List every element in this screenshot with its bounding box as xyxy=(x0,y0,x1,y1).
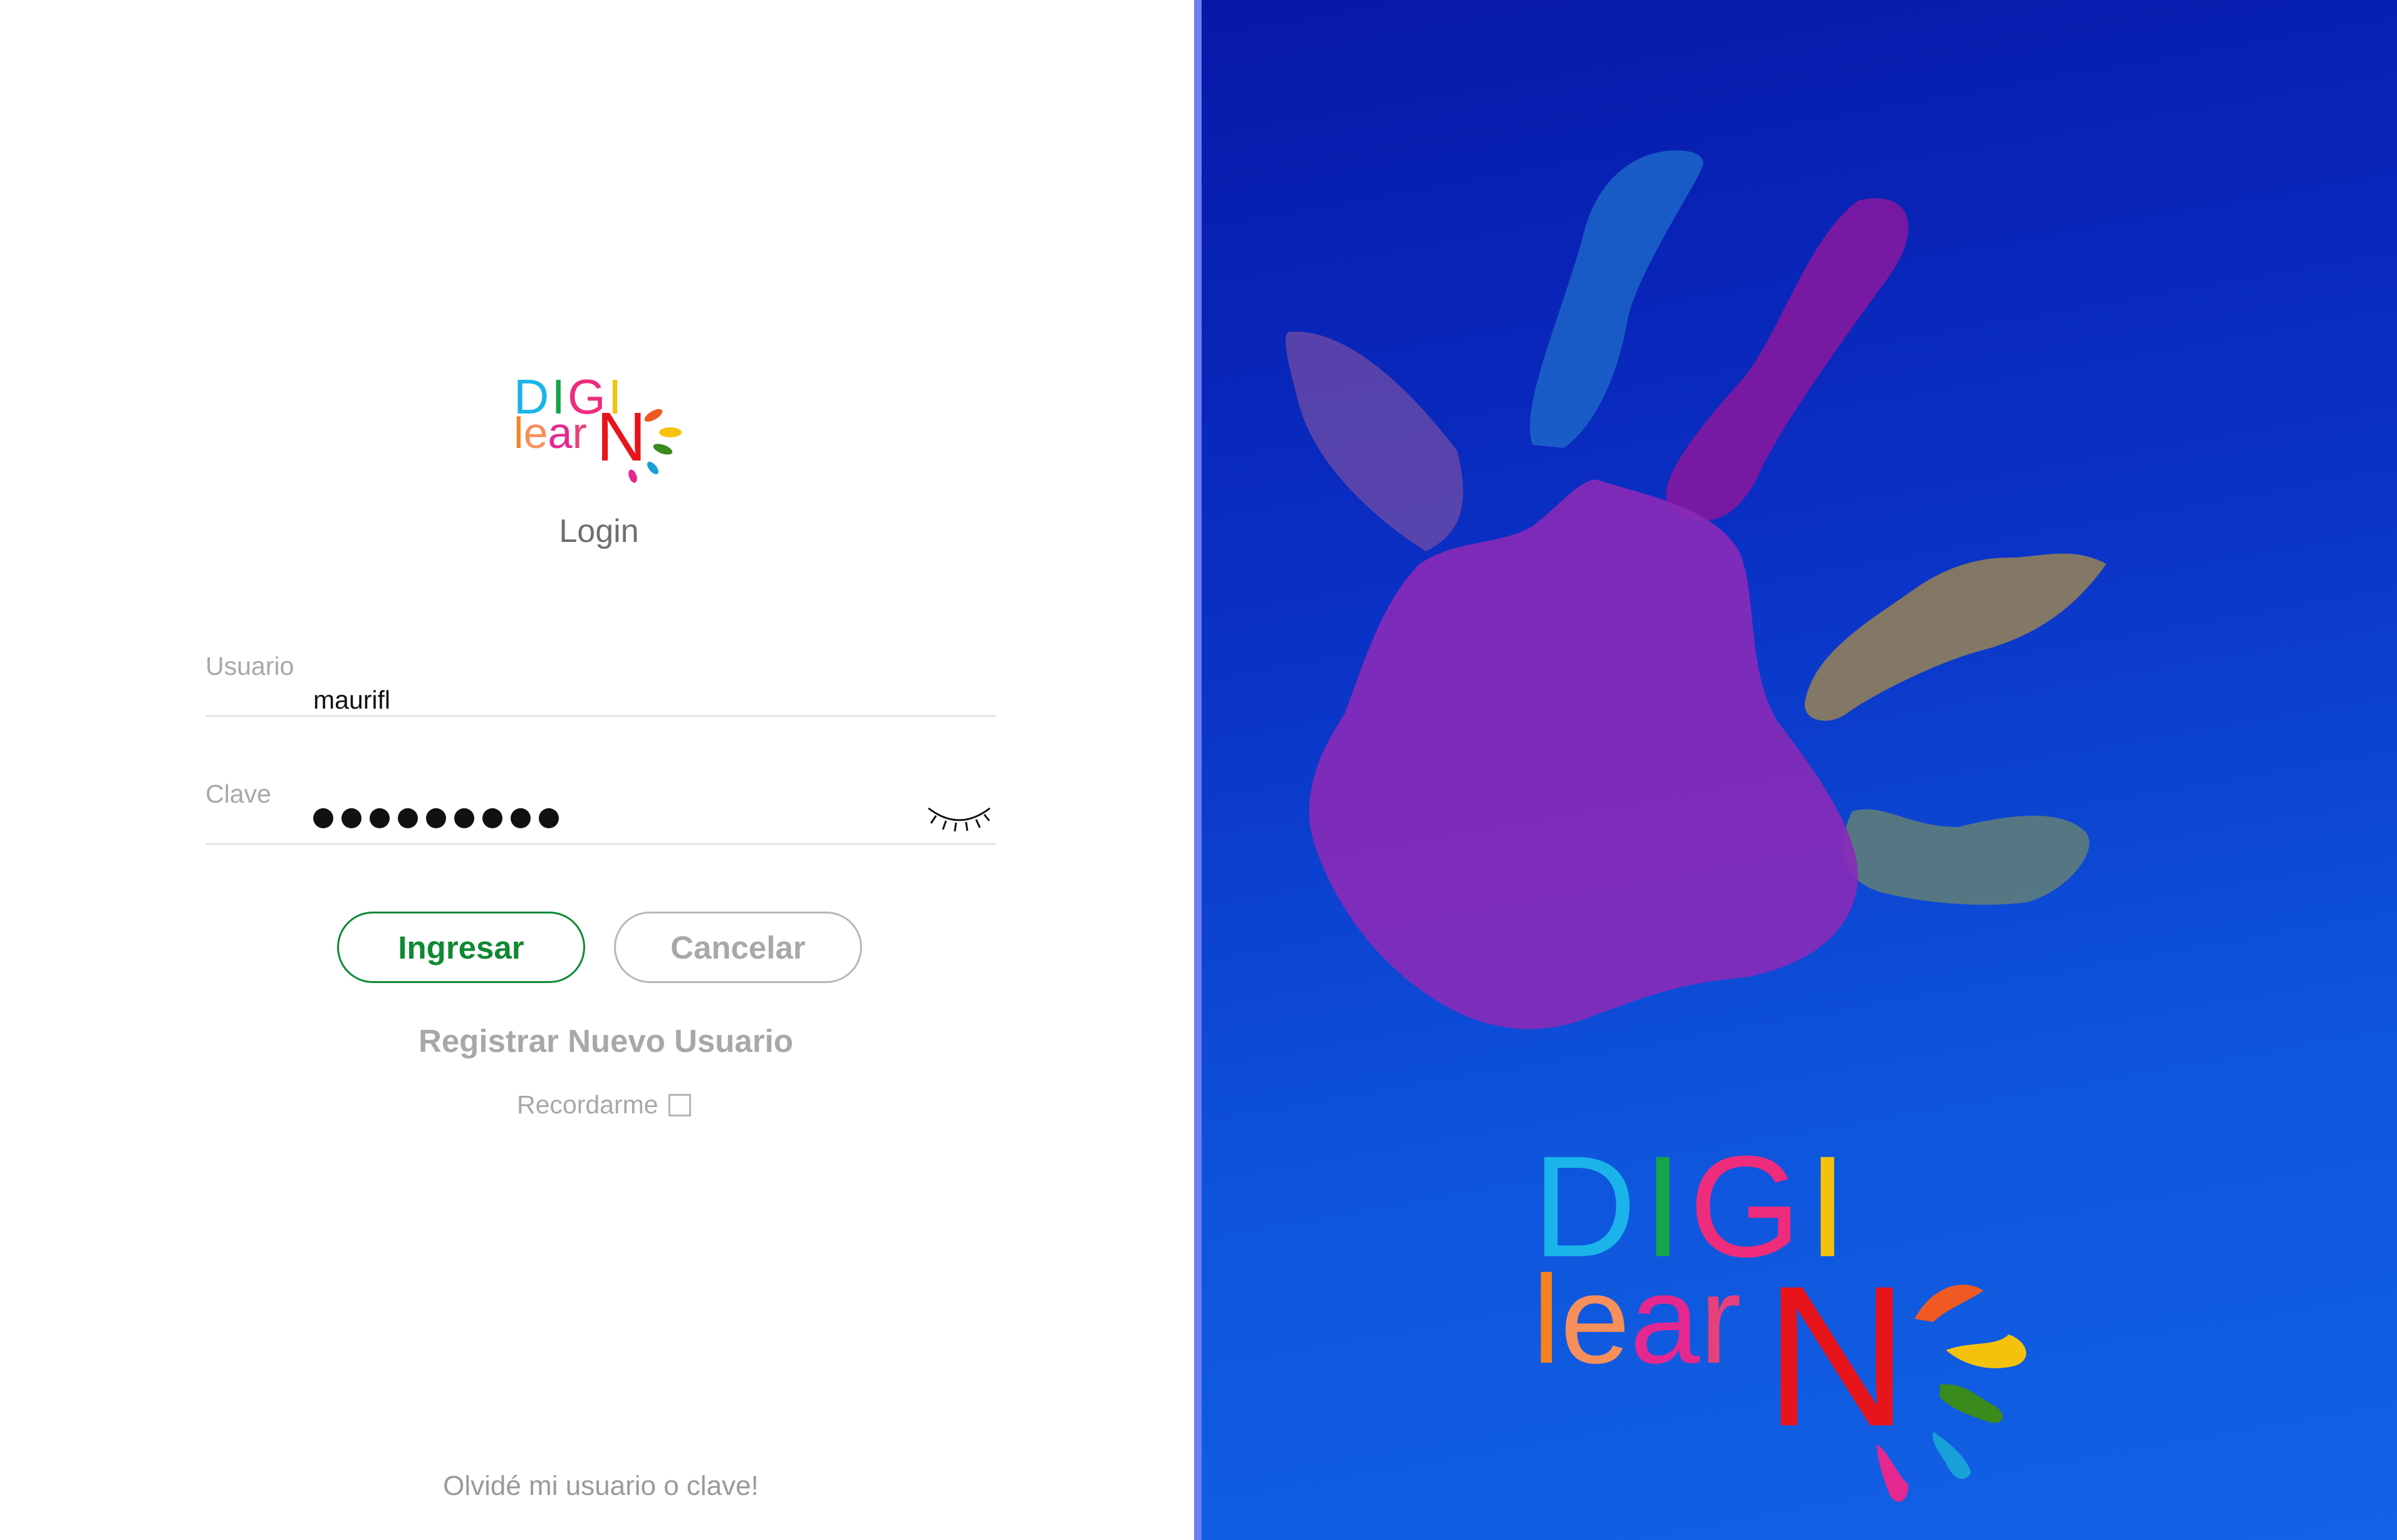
password-underline xyxy=(205,843,996,845)
username-label: Usuario xyxy=(205,652,294,680)
password-mask-dot xyxy=(454,808,474,828)
password-mask-dot xyxy=(539,808,559,828)
username-input[interactable]: maurifl xyxy=(313,685,390,715)
password-mask-dot xyxy=(341,808,361,828)
password-label: Clave xyxy=(205,779,271,808)
login-button[interactable]: Ingresar xyxy=(337,912,585,983)
brand-logo-small: DIGI lear N xyxy=(514,367,683,492)
svg-text:N: N xyxy=(1764,1244,1909,1468)
password-mask-dot xyxy=(426,808,446,828)
password-mask-dot xyxy=(482,808,502,828)
register-link[interactable]: Registrar Nuevo Usuario xyxy=(0,1022,1212,1059)
password-mask-dot xyxy=(370,808,390,828)
password-mask-dot xyxy=(511,808,531,828)
remember-me[interactable]: Recordarme xyxy=(517,1090,691,1120)
svg-text:N: N xyxy=(596,398,646,476)
cancel-button[interactable]: Cancelar xyxy=(614,912,862,983)
forgot-credentials-link[interactable]: Olvidé mi usuario o clave! xyxy=(0,1470,1202,1502)
login-panel: DIGI lear N Login Usuario maurifl Clave xyxy=(0,0,1194,1540)
eye-closed-icon[interactable] xyxy=(926,802,992,833)
username-underline xyxy=(205,715,996,717)
svg-text:lear: lear xyxy=(1532,1250,1742,1390)
brand-logo-large: DIGI lear N xyxy=(1532,1126,2071,1516)
password-input[interactable] xyxy=(313,808,559,828)
brand-panel: DIGI lear N xyxy=(1194,0,2397,1540)
svg-text:lear: lear xyxy=(514,408,587,457)
password-mask-dot xyxy=(313,808,333,828)
remember-checkbox[interactable] xyxy=(668,1093,691,1116)
login-title: Login xyxy=(559,513,639,549)
remember-label: Recordarme xyxy=(517,1090,658,1119)
password-mask-dot xyxy=(398,808,418,828)
